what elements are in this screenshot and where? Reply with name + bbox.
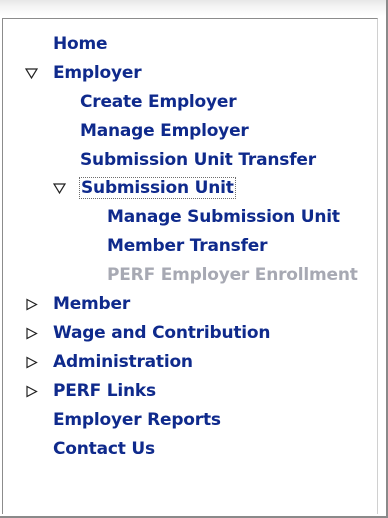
tree-item-label[interactable]: Member Transfer [107, 236, 267, 256]
tree-item-label[interactable]: Submission Unit Transfer [80, 150, 316, 170]
tree-item-submission-unit[interactable]: Submission Unit [49, 177, 236, 199]
tree-item-label[interactable]: Submission Unit [79, 177, 236, 199]
tree-item-label[interactable]: Employer [53, 63, 142, 83]
triangle-right-outline-icon[interactable] [25, 327, 38, 340]
triangle-down-outline-icon[interactable] [53, 182, 66, 195]
tree-item-perf-employer-enrollment: PERF Employer Enrollment [107, 264, 358, 286]
tree-item-label[interactable]: Contact Us [53, 439, 155, 459]
navigation-tree-panel: Home Employer Create Employer Manage Emp… [2, 18, 378, 514]
triangle-down-outline-icon[interactable] [25, 67, 38, 80]
tree-item-label[interactable]: Create Employer [80, 92, 237, 112]
tree-item-submission-unit-transfer[interactable]: Submission Unit Transfer [80, 149, 316, 171]
navigation-window: Home Employer Create Employer Manage Emp… [0, 0, 388, 518]
tree-item-employer[interactable]: Employer [21, 62, 142, 84]
tree-item-wage-and-contribution[interactable]: Wage and Contribution [21, 322, 271, 344]
tree-item-label[interactable]: PERF Links [53, 381, 156, 401]
tree-item-member-transfer[interactable]: Member Transfer [107, 235, 267, 257]
tree-item-label[interactable]: Manage Submission Unit [107, 207, 340, 227]
tree-item-label[interactable]: Employer Reports [53, 410, 221, 430]
tree-item-perf-links[interactable]: PERF Links [21, 380, 156, 402]
tree-item-label: PERF Employer Enrollment [107, 265, 358, 285]
tree-item-label[interactable]: Manage Employer [80, 121, 249, 141]
tree-item-label[interactable]: Home [53, 34, 108, 54]
tree-item-employer-reports[interactable]: Employer Reports [53, 409, 221, 431]
triangle-right-outline-icon[interactable] [25, 356, 38, 369]
tree-item-contact-us[interactable]: Contact Us [53, 438, 155, 460]
tree-item-manage-employer[interactable]: Manage Employer [80, 120, 249, 142]
tree-item-create-employer[interactable]: Create Employer [80, 91, 237, 113]
tree-item-label[interactable]: Member [53, 294, 130, 314]
tree-item-administration[interactable]: Administration [21, 351, 193, 373]
tree-item-member[interactable]: Member [21, 293, 130, 315]
tree-item-home[interactable]: Home [53, 33, 108, 55]
tree-item-manage-submission-unit[interactable]: Manage Submission Unit [107, 206, 340, 228]
triangle-right-outline-icon[interactable] [25, 298, 38, 311]
tree-item-label[interactable]: Administration [53, 352, 193, 372]
triangle-right-outline-icon[interactable] [25, 385, 38, 398]
tree-item-label[interactable]: Wage and Contribution [53, 323, 271, 343]
